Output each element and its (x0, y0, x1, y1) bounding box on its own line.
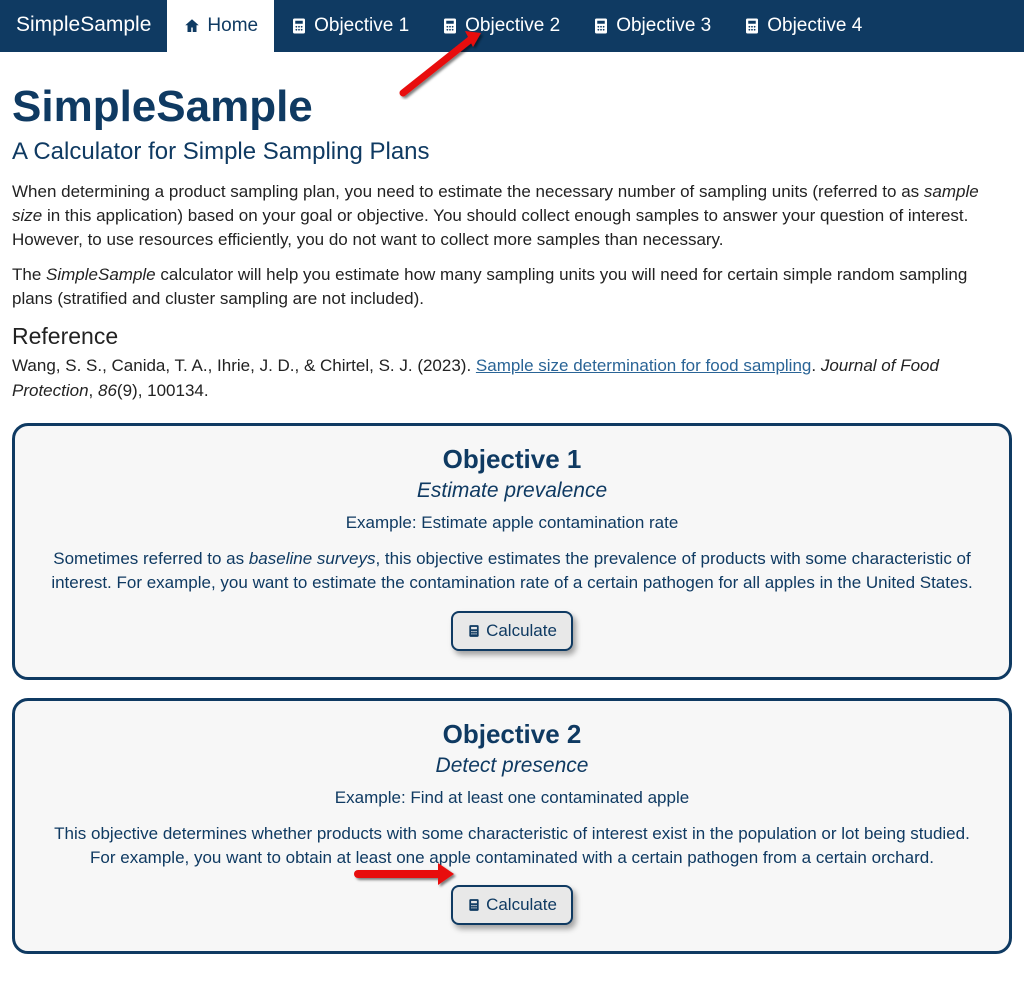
text: (9), 100134. (117, 381, 209, 400)
nav-tab-label: Objective 2 (465, 15, 560, 37)
text: Sometimes referred to as (53, 549, 249, 568)
calculator-icon (467, 624, 481, 638)
nav-tab-label: Home (207, 15, 258, 37)
reference-link[interactable]: Sample size determination for food sampl… (476, 356, 811, 375)
card-subtitle: Detect presence (49, 754, 975, 778)
navbar: SimpleSample Home Objective 1 Objective … (0, 0, 1024, 52)
calculator-icon (592, 17, 610, 35)
reference-text: Wang, S. S., Canida, T. A., Ihrie, J. D.… (12, 354, 1012, 403)
calculate-button-objective-1[interactable]: Calculate (451, 611, 573, 651)
text: This objective determines whether produc… (54, 824, 970, 867)
calculator-icon (467, 898, 481, 912)
nav-tab-objective-1[interactable]: Objective 1 (274, 0, 425, 52)
intro-paragraph-2: The SimpleSample calculator will help yo… (12, 263, 1012, 311)
nav-tab-objective-4[interactable]: Objective 4 (727, 0, 878, 52)
reference-heading: Reference (12, 323, 1012, 350)
text: . (811, 356, 820, 375)
page-title: SimpleSample (12, 82, 1012, 132)
ref-authors: Wang, S. S., Canida, T. A., Ihrie, J. D.… (12, 356, 476, 375)
objective-card-2: Objective 2 Detect presence Example: Fin… (12, 698, 1012, 955)
home-icon (183, 17, 201, 35)
main-content: SimpleSample A Calculator for Simple Sam… (0, 52, 1024, 984)
card-example: Example: Find at least one contaminated … (49, 788, 975, 808)
card-example: Example: Estimate apple contamination ra… (49, 513, 975, 533)
button-label: Calculate (486, 895, 557, 915)
emphasis: SimpleSample (46, 265, 156, 284)
card-heading: Objective 1 (49, 444, 975, 475)
brand-label: SimpleSample (0, 0, 167, 52)
card-heading: Objective 2 (49, 719, 975, 750)
nav-tab-home[interactable]: Home (167, 0, 274, 52)
calculator-icon (743, 17, 761, 35)
calculator-icon (441, 17, 459, 35)
nav-tab-objective-2[interactable]: Objective 2 (425, 0, 576, 52)
card-body: This objective determines whether produc… (49, 822, 975, 870)
page-subtitle: A Calculator for Simple Sampling Plans (12, 138, 1012, 166)
nav-tab-label: Objective 3 (616, 15, 711, 37)
text: calculator will help you estimate how ma… (12, 265, 967, 308)
nav-tab-label: Objective 1 (314, 15, 409, 37)
calculator-icon (290, 17, 308, 35)
volume: 86 (98, 381, 117, 400)
objective-card-1: Objective 1 Estimate prevalence Example:… (12, 423, 1012, 680)
button-label: Calculate (486, 621, 557, 641)
calculate-button-objective-2[interactable]: Calculate (451, 885, 573, 925)
nav-tab-label: Objective 4 (767, 15, 862, 37)
text: When determining a product sampling plan… (12, 182, 924, 201)
card-body: Sometimes referred to as baseline survey… (49, 547, 975, 595)
intro-paragraph-1: When determining a product sampling plan… (12, 180, 1012, 251)
card-subtitle: Estimate prevalence (49, 479, 975, 503)
text: , (89, 381, 98, 400)
nav-tab-objective-3[interactable]: Objective 3 (576, 0, 727, 52)
text: The (12, 265, 46, 284)
emphasis: baseline surveys (249, 549, 376, 568)
text: in this application) based on your goal … (12, 206, 968, 249)
